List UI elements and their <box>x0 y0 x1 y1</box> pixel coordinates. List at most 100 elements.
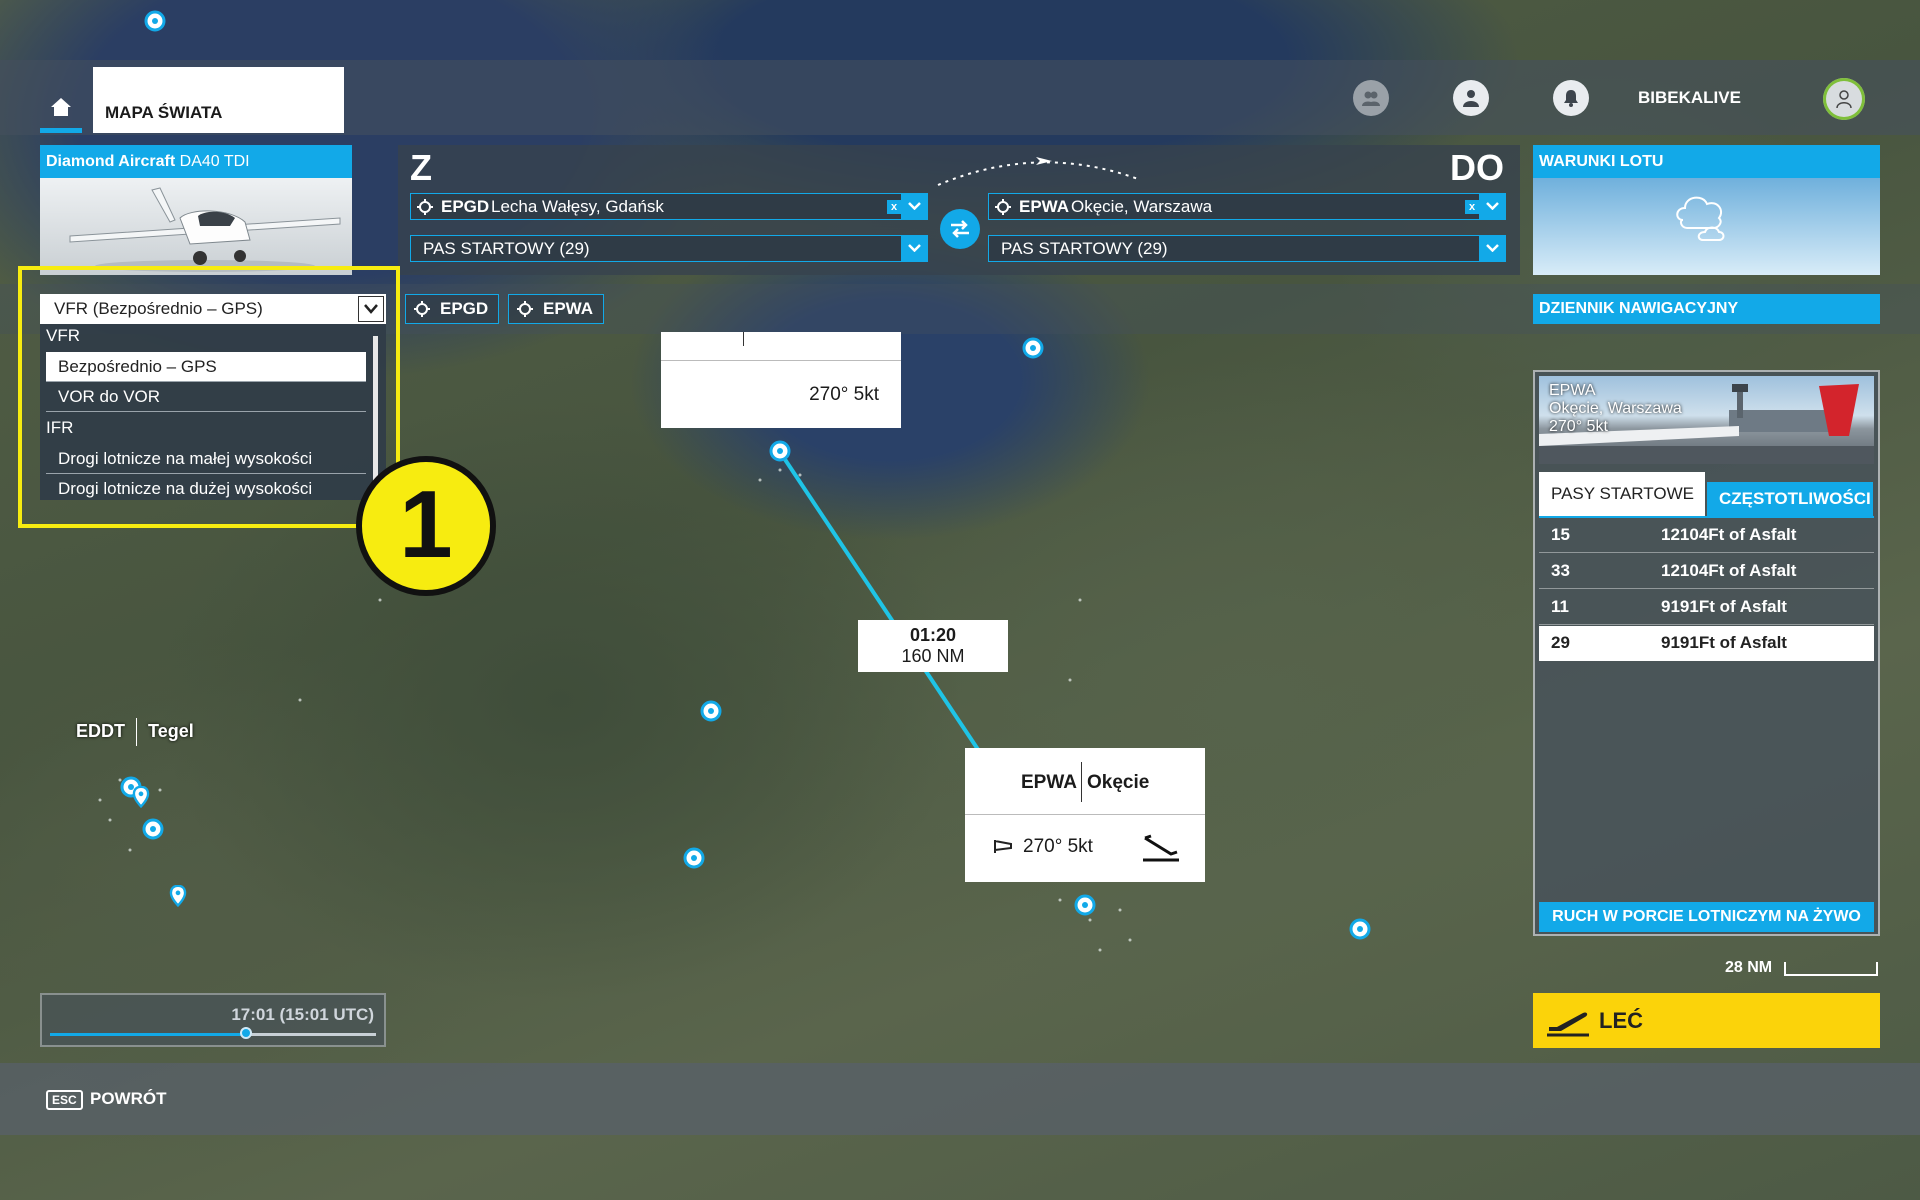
airport-marker-icon[interactable] <box>144 10 166 32</box>
arrival-card-header: EPWA Okęcie <box>965 748 1205 815</box>
arrival-code: EPWA <box>1019 197 1070 216</box>
eddt-map-label[interactable]: EDDT Tegel <box>76 718 194 746</box>
departure-runway: PAS STARTOWY (29) <box>423 239 590 258</box>
nav-log-button[interactable]: DZIENNIK NAWIGACYJNY <box>1533 294 1880 324</box>
profile-button[interactable] <box>1453 80 1489 116</box>
arrival-card-wind: 270° 5kt <box>1023 836 1093 857</box>
airport-marker-icon[interactable] <box>1349 918 1371 940</box>
home-tab-underline <box>40 128 82 133</box>
home-tab[interactable] <box>40 83 82 133</box>
avatar-icon <box>1836 90 1852 109</box>
aircraft-image <box>40 178 352 275</box>
route-line <box>778 450 987 762</box>
conditions-panel[interactable]: WARUNKI LOTU <box>1533 145 1880 275</box>
runway-row[interactable]: 15 12104Ft of Asfalt <box>1539 518 1874 553</box>
leg-info-card: 01:20 160 NM <box>858 620 1008 672</box>
arrival-runway-select[interactable]: PAS STARTOWY (29) <box>988 235 1506 262</box>
runway-row[interactable]: 33 12104Ft of Asfalt <box>1539 554 1874 589</box>
runway-length: 9191Ft of Asfalt <box>1661 633 1787 652</box>
fly-button[interactable]: LEĆ <box>1533 993 1880 1048</box>
waypoint-label: EPGD <box>440 299 489 318</box>
eddt-name: Tegel <box>148 720 194 741</box>
airport-image: EPWA Okęcie, Warszawa 270° 5kt <box>1539 376 1874 464</box>
to-label: DO <box>1450 147 1504 188</box>
departure-dropdown-button[interactable] <box>901 193 928 220</box>
conditions-title: WARUNKI LOTU <box>1533 145 1880 178</box>
chevron-down-icon <box>1486 244 1499 252</box>
plane-icon <box>1036 157 1052 165</box>
departure-marker-icon[interactable] <box>769 440 791 462</box>
fly-button-label: LEĆ <box>1599 1008 1643 1033</box>
map-scale-bar <box>1784 962 1878 976</box>
airport-info-panel: EPWA Okęcie, Warszawa 270° 5kt PASY STAR… <box>1533 370 1880 936</box>
departure-runway-dropdown[interactable] <box>901 235 928 262</box>
aircraft-illustration <box>69 187 341 272</box>
map-scale-label: 28 NM <box>1725 959 1773 976</box>
departure-runway-select[interactable]: PAS STARTOWY (29) <box>410 235 928 262</box>
leg-time: 01:20 <box>909 625 957 645</box>
airport-wind: 270° 5kt <box>1549 418 1608 435</box>
leg-distance: 160 NM <box>901 646 965 666</box>
waypoint-chip-epwa[interactable]: EPWA <box>508 294 605 324</box>
arrival-map-card[interactable]: EPWA Okęcie 270° 5kt <box>965 748 1205 882</box>
swap-route-button[interactable] <box>940 209 980 249</box>
runway-number: 11 <box>1551 597 1569 616</box>
arrival-dropdown-button[interactable] <box>1479 193 1506 220</box>
arrival-airport-field[interactable]: EPWA Okęcie, Warszawa x <box>988 193 1506 220</box>
tab-world-map[interactable]: MAPA ŚWIATA <box>93 67 344 133</box>
runway-number: 15 <box>1551 525 1570 544</box>
departure-map-card[interactable]: 270° 5kt <box>661 332 901 428</box>
live-traffic-button[interactable]: RUCH W PORCIE LOTNICZYM NA ŻYWO <box>1539 902 1874 932</box>
username[interactable]: BIBEKALIVE <box>1638 88 1741 108</box>
bottom-bar: ESC POWRÓT <box>0 1063 1920 1135</box>
tab-runways[interactable]: PASY STARTOWE <box>1539 472 1705 516</box>
time-of-day-panel[interactable]: 17:01 (15:01 UTC) <box>40 993 386 1047</box>
clear-arrival-button[interactable]: x <box>1465 200 1479 214</box>
chevron-down-icon <box>908 202 921 210</box>
card-divider <box>661 360 901 361</box>
waypoint-chip-epgd[interactable]: EPGD <box>405 294 500 324</box>
arrival-name: Okęcie, Warszawa <box>1071 197 1213 216</box>
friends-button[interactable] <box>1353 80 1389 116</box>
airport-marker-icon[interactable] <box>1022 337 1044 359</box>
crosshair-icon <box>517 301 533 317</box>
from-label: Z <box>410 147 432 188</box>
aircraft-model: DA40 TDI <box>179 153 250 170</box>
runway-number: 33 <box>1551 561 1570 580</box>
arrival-runway: PAS STARTOWY (29) <box>1001 239 1168 258</box>
crosshair-icon <box>995 199 1011 215</box>
chevron-down-icon <box>1486 202 1499 210</box>
time-slider-handle[interactable] <box>239 1027 252 1039</box>
arrival-marker-icon[interactable] <box>1074 894 1096 916</box>
arrival-card-name: Okęcie <box>1087 772 1150 793</box>
airport-marker-icon[interactable] <box>700 700 722 722</box>
clear-departure-button[interactable]: x <box>887 200 901 214</box>
departure-wind: 270° 5kt <box>809 384 879 405</box>
card-divider <box>1081 762 1082 802</box>
weather-image <box>1533 178 1880 275</box>
time-slider-track[interactable] <box>50 1027 376 1039</box>
airport-marker-icon[interactable] <box>142 818 164 840</box>
esc-key-hint[interactable]: ESC <box>46 1090 83 1110</box>
runway-row[interactable]: 11 9191Ft of Asfalt <box>1539 590 1874 625</box>
departure-name: Lecha Wałęsy, Gdańsk <box>491 197 664 216</box>
windsock-icon <box>994 840 1012 853</box>
eddt-code: EDDT <box>76 720 125 741</box>
pin-marker-icon[interactable] <box>167 885 189 907</box>
airport-marker-icon[interactable] <box>683 847 705 869</box>
back-button[interactable]: POWRÓT <box>90 1089 167 1109</box>
cloud-icon <box>1676 196 1725 241</box>
notifications-button[interactable] <box>1553 80 1589 116</box>
tab-frequencies[interactable]: CZĘSTOTLIWOŚCI <box>1707 482 1873 516</box>
route-arc <box>937 157 1139 186</box>
runway-row-selected[interactable]: 29 9191Ft of Asfalt <box>1539 626 1874 661</box>
departure-airport-field[interactable]: EPGD Lecha Wałęsy, Gdańsk x <box>410 193 928 220</box>
crosshair-icon <box>414 301 430 317</box>
avatar[interactable] <box>1823 78 1865 120</box>
pin-marker-icon[interactable] <box>130 786 152 808</box>
runway-length: 12104Ft of Asfalt <box>1661 525 1797 544</box>
runway-length: 12104Ft of Asfalt <box>1661 561 1797 580</box>
time-label: 17:01 (15:01 UTC) <box>231 1005 374 1024</box>
arrival-runway-dropdown[interactable] <box>1479 235 1506 262</box>
aircraft-panel[interactable]: Diamond Aircraft DA40 TDI <box>40 145 352 275</box>
